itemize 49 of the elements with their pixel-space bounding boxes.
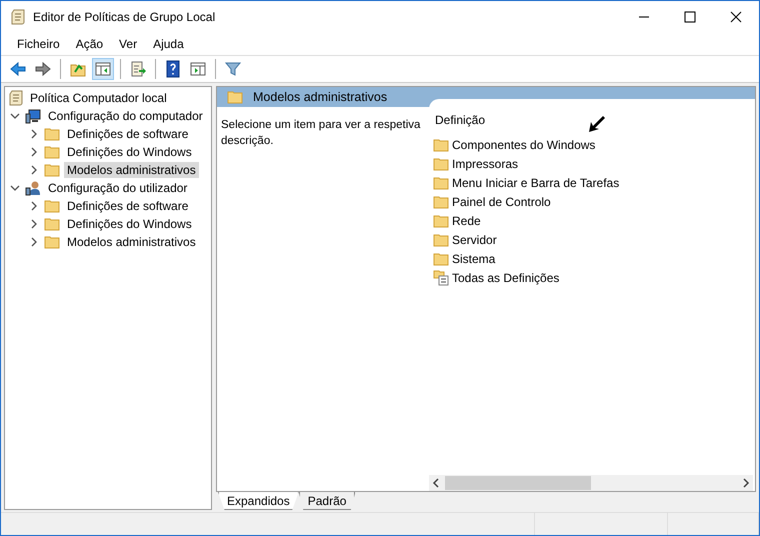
computer-icon — [25, 108, 41, 124]
folder-icon — [433, 138, 449, 152]
tree-item[interactable]: Modelos administrativos — [64, 234, 199, 250]
list-item[interactable]: Painel de Controlo — [452, 194, 551, 208]
folder-icon — [44, 199, 60, 213]
tree-item[interactable]: Configuração do utilizador — [45, 180, 190, 196]
header-title: Modelos administrativos — [253, 90, 388, 104]
list-item[interactable]: Rede — [452, 214, 481, 228]
folder-icon — [44, 163, 60, 177]
cursor-arrow-icon — [589, 115, 605, 133]
tree-item[interactable]: Definições do Windows — [64, 216, 195, 232]
list-item[interactable]: Impressoras — [452, 156, 518, 170]
list-item[interactable]: Todas as Definições — [452, 270, 560, 284]
tree-item[interactable]: Política Computador local — [27, 90, 170, 106]
view-tab[interactable]: Expandidos — [218, 492, 299, 510]
folder-icon — [433, 194, 449, 208]
scroll-icon — [9, 90, 23, 106]
scroll-icon — [11, 9, 25, 25]
folder-icon — [433, 156, 449, 170]
view-tab[interactable]: Padrão — [298, 492, 356, 510]
list-item[interactable]: Sistema — [452, 252, 496, 266]
description-text: Selecione um item para ver a respetiva descrição. — [220, 118, 422, 149]
list-item[interactable]: Menu Iniciar e Barra de Tarefas — [452, 176, 620, 190]
list-item[interactable]: Componentes do Windows — [452, 138, 596, 152]
menu-item[interactable]: Ação — [68, 37, 112, 51]
tree-tool-button[interactable] — [92, 58, 114, 80]
folder-icon — [44, 127, 60, 141]
menu-item[interactable]: Ficheiro — [9, 37, 68, 51]
column-header[interactable]: Definição — [435, 113, 486, 127]
tree-item[interactable]: Definições de software — [64, 198, 192, 214]
tree-item[interactable]: Configuração do computador — [45, 108, 206, 124]
list-item[interactable]: Servidor — [452, 232, 497, 246]
horizontal-scrollbar[interactable] — [429, 475, 753, 491]
folder-icon — [433, 252, 449, 266]
tree-item[interactable]: Definições de software — [64, 126, 192, 142]
folder-icon — [44, 235, 60, 249]
window-title: Editor de Políticas de Grupo Local — [33, 10, 216, 24]
tree-item[interactable]: Definições do Windows — [64, 144, 195, 160]
folder-icon — [44, 145, 60, 159]
folder-icon — [227, 90, 243, 104]
menu-item[interactable]: Ajuda — [145, 37, 192, 51]
menu-item[interactable]: Ver — [111, 37, 146, 51]
user-icon — [25, 180, 41, 196]
folder-icon — [433, 232, 449, 246]
settings-list-icon — [433, 270, 449, 286]
folder-icon — [44, 217, 60, 231]
folder-icon — [433, 176, 449, 190]
tree-item[interactable]: Modelos administrativos — [64, 162, 199, 178]
folder-icon — [433, 214, 449, 228]
